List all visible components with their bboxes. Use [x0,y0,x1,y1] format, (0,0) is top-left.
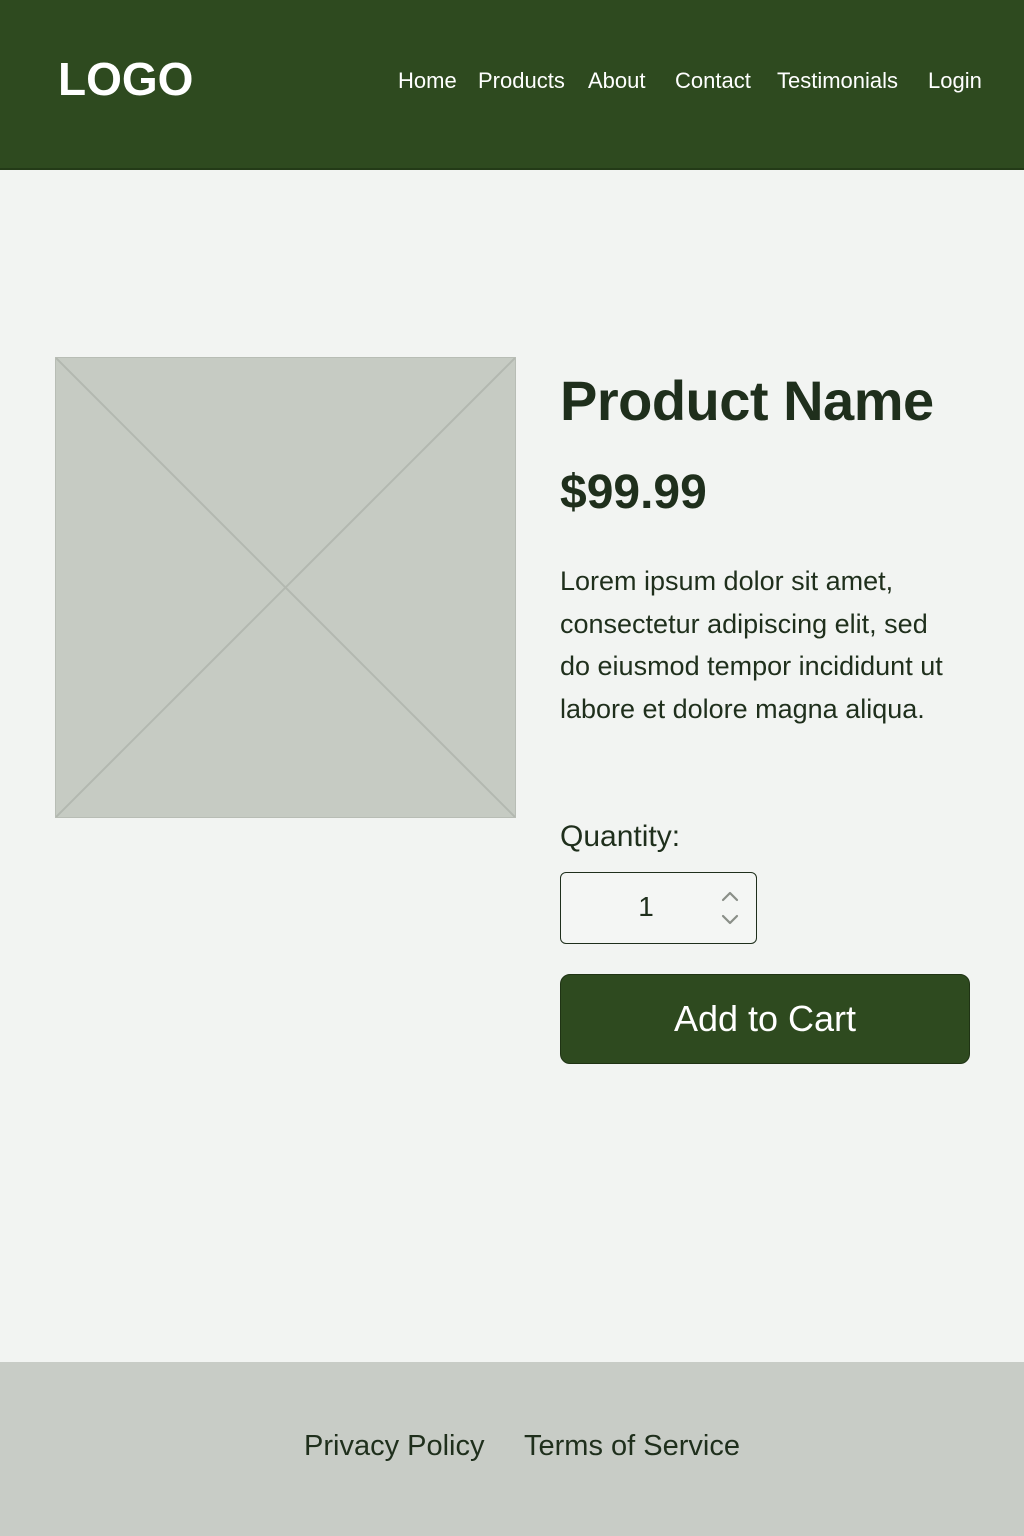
terms-of-service-link[interactable]: Terms of Service [524,1430,740,1463]
quantity-stepper[interactable]: 1 [560,872,757,944]
add-to-cart-button[interactable]: Add to Cart [560,974,970,1064]
product-price: $99.99 [560,466,707,519]
nav-testimonials-link[interactable]: Testimonials [777,66,898,96]
main-nav: Home Products About Contact Testimonials… [0,66,1024,96]
quantity-value[interactable]: 1 [631,891,661,923]
chevron-down-icon[interactable] [721,913,739,927]
nav-home-link[interactable]: Home [398,66,457,96]
chevron-up-icon[interactable] [721,889,739,903]
nav-login-link[interactable]: Login [928,66,982,96]
product-image-placeholder [55,357,516,818]
privacy-policy-link[interactable]: Privacy Policy [304,1430,485,1463]
nav-about-link[interactable]: About [588,66,646,96]
site-footer: Privacy Policy Terms of Service [0,1362,1024,1536]
image-placeholder-icon [56,358,515,817]
nav-contact-link[interactable]: Contact [675,66,751,96]
site-header: LOGO Home Products About Contact Testimo… [0,0,1024,170]
product-name: Product Name [560,369,934,432]
product-description: Lorem ipsum dolor sit amet, consectetur … [560,566,943,724]
quantity-label: Quantity: [560,820,681,853]
nav-products-link[interactable]: Products [478,66,565,96]
